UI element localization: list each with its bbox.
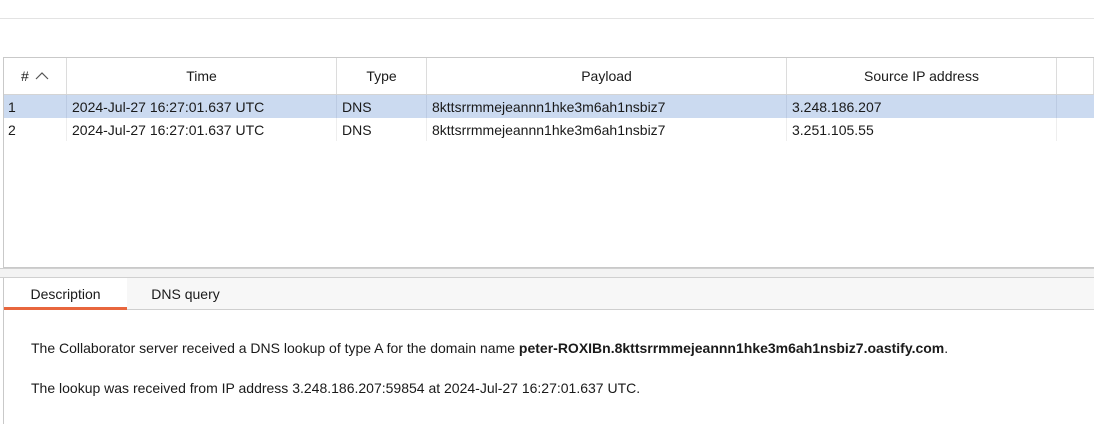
lookup-domain-name: peter-ROXIBn.8kttsrrmmejeannn1hke3m6ah1n…	[518, 340, 945, 356]
active-tab-indicator	[4, 307, 127, 310]
column-header-type[interactable]: Type	[337, 58, 427, 94]
cell-payload: 8kttsrrmmejeannn1hke3m6ah1nsbiz7	[427, 118, 787, 141]
cell-payload: 8kttsrrmmejeannn1hke3m6ah1nsbiz7	[427, 95, 787, 118]
description-line-lookup: The Collaborator server received a DNS l…	[31, 340, 948, 356]
column-header-number[interactable]: #	[4, 58, 67, 94]
column-header-payload[interactable]: Payload	[427, 58, 787, 94]
description-content: The Collaborator server received a DNS l…	[4, 311, 1094, 424]
detail-tabbar: Description DNS query	[4, 278, 1094, 310]
table-row[interactable]: 2 2024-Jul-27 16:27:01.637 UTC DNS 8ktts…	[4, 118, 1094, 141]
cell-empty	[1057, 118, 1094, 141]
chevron-up-icon	[35, 71, 49, 81]
interactions-table: # Time Type Payload Source IP address 1 …	[3, 57, 1094, 268]
cell-source-ip: 3.251.105.55	[787, 118, 1057, 141]
cell-number: 2	[4, 118, 67, 141]
top-divider	[0, 18, 1094, 19]
table-body: 1 2024-Jul-27 16:27:01.637 UTC DNS 8ktts…	[4, 95, 1094, 141]
column-header-empty	[1057, 58, 1094, 94]
cell-source-ip: 3.248.186.207	[787, 95, 1057, 118]
description-line-source: The lookup was received from IP address …	[31, 380, 641, 396]
table-row[interactable]: 1 2024-Jul-27 16:27:01.637 UTC DNS 8ktts…	[4, 95, 1094, 118]
table-header: # Time Type Payload Source IP address	[4, 58, 1094, 95]
column-header-source-ip[interactable]: Source IP address	[787, 58, 1057, 94]
column-header-time[interactable]: Time	[67, 58, 337, 94]
description-line-lookup-prefix: The Collaborator server received a DNS l…	[31, 340, 519, 356]
cell-empty	[1057, 95, 1094, 118]
description-line-lookup-suffix: .	[944, 340, 949, 356]
detail-pane: Description DNS query The Collaborator s…	[3, 278, 1094, 424]
tab-dns-query-label: DNS query	[151, 285, 220, 302]
cell-time: 2024-Jul-27 16:27:01.637 UTC	[67, 118, 337, 141]
top-toolbar-area	[0, 0, 1094, 57]
tab-description-label: Description	[30, 285, 101, 302]
cell-type: DNS	[337, 95, 427, 118]
cell-number: 1	[4, 95, 67, 118]
cell-type: DNS	[337, 118, 427, 141]
column-header-number-label: #	[21, 68, 29, 84]
cell-time: 2024-Jul-27 16:27:01.637 UTC	[67, 95, 337, 118]
pane-splitter[interactable]	[0, 268, 1094, 278]
tab-description[interactable]: Description	[4, 278, 127, 310]
tab-dns-query[interactable]: DNS query	[128, 278, 243, 309]
